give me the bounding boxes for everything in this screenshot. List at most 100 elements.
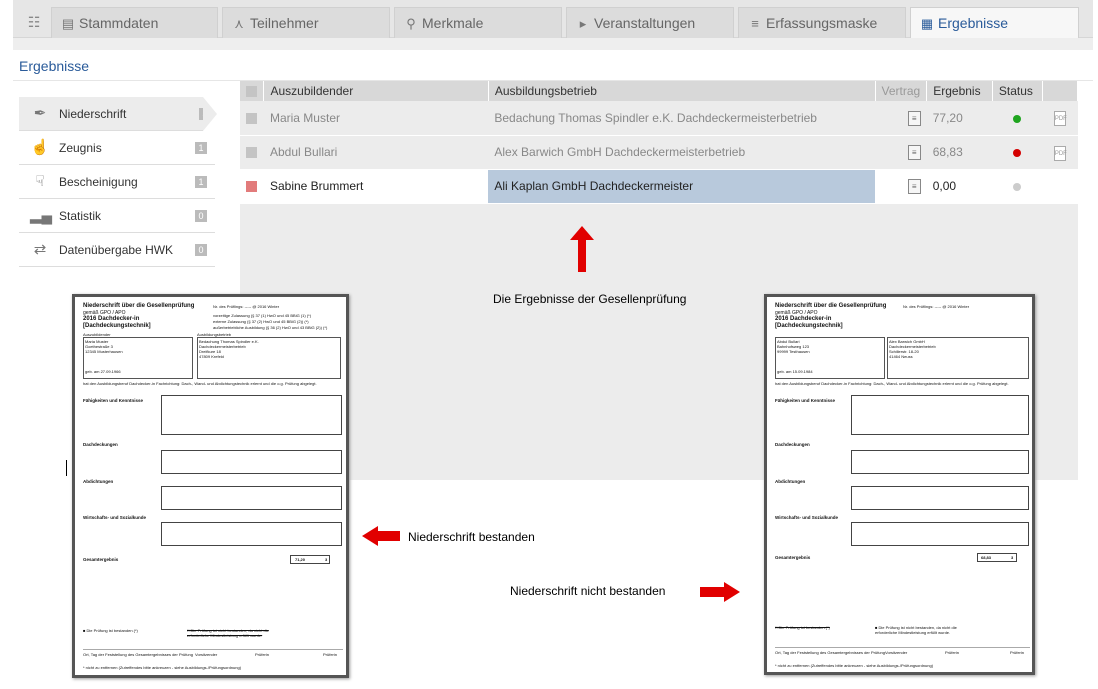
select-all-checkbox[interactable] (240, 81, 265, 101)
table-row[interactable]: Maria Muster Bedachung Thomas Spindler e… (240, 101, 1078, 136)
pdf-icon[interactable]: PDF (1042, 135, 1078, 170)
doc-born: geb. am 15.09.1984 (777, 369, 813, 374)
doc-gesamt: Gesamtergebnis (775, 555, 811, 560)
pdf-icon[interactable]: PDF (1042, 101, 1078, 136)
count-badge: 3 (199, 108, 211, 120)
tab-teilnehmer[interactable]: ⋏ Teilnehmer (222, 7, 390, 38)
sidebar-item-bescheinigung[interactable]: ☟ Bescheinigung 1 (19, 165, 215, 199)
doc-sec3: Abdichtungen (775, 479, 806, 484)
doc-statement: hat den Ausbildungsberuf Dachdecker-in F… (83, 381, 317, 386)
annotation-failed: Niederschrift nicht bestanden (510, 584, 666, 598)
grid-menu-icon[interactable]: ☷ (21, 10, 47, 34)
annotation-results: Die Ergebnisse der Gesellenprüfung (493, 292, 687, 306)
contract-icon[interactable]: ≡ (875, 169, 927, 204)
doc-title: Niederschrift über die Gesellenprüfung (775, 303, 887, 309)
doc-trade: 2016 Dachdecker-in (775, 316, 832, 322)
table-header-row: Auszubildender Ausbildungsbetrieb Vertra… (240, 81, 1079, 101)
text-cursor (66, 460, 67, 476)
doc-city: 12345 Musterhausen (85, 349, 123, 354)
table-row[interactable]: Sabine Brummert Ali Kaplan GmbH Dachdeck… (240, 169, 1078, 204)
cell-betrieb: Bedachung Thomas Spindler e.K. Dachdecke… (488, 101, 876, 136)
status-indicator (992, 135, 1043, 170)
doc-sig-line (775, 647, 1030, 648)
doc-trade2: [Dachdeckungstechnik] (775, 323, 843, 329)
doc-fail: □ Die Prüfung ist nicht bestanden, da ni… (187, 628, 269, 638)
megaphone-icon: ▸ (579, 16, 587, 31)
thumbs-up-icon: ☝ (30, 139, 50, 156)
doc-opt1: vorzeitige Zulassung (§ 37 (1) HwO und 4… (213, 313, 312, 318)
doc-sec1: Fähigkeiten und Kenntnisse (775, 398, 836, 403)
doc-sec1: Fähigkeiten und Kenntnisse (83, 398, 144, 403)
count-badge: 0 (195, 244, 207, 256)
doc-born: geb. am 27.09.1966 (85, 369, 121, 374)
doc-sig1: Ort, Tag der Feststellung des Gesamterge… (775, 650, 885, 655)
document-failed: Niederschrift über die Gesellenprüfung g… (764, 294, 1035, 675)
count-badge: 1 (195, 142, 207, 154)
col-auszubildender[interactable]: Auszubildender (263, 81, 489, 101)
doc-sig3: Prüferin (255, 652, 270, 657)
doc-grid-3 (161, 486, 342, 510)
doc-grid-2 (161, 450, 342, 474)
cell-empty (1042, 169, 1078, 204)
row-checkbox[interactable] (240, 169, 264, 204)
sidebar-item-zeugnis[interactable]: ☝ Zeugnis 1 (19, 131, 215, 165)
tab-ergebnisse[interactable]: ▦ Ergebnisse (910, 7, 1079, 38)
doc-grid-2 (851, 450, 1029, 474)
doc-grid-4 (161, 522, 342, 546)
doc-gesamt-note: 3 (1011, 555, 1014, 560)
row-checkbox[interactable] (240, 101, 264, 136)
tab-veranstaltungen[interactable]: ▸ Veranstaltungen (566, 7, 734, 38)
doc-opt2: externe Zulassung (§ 37 (2) HwO und 45 B… (213, 319, 309, 324)
sidebar-item-statistik[interactable]: ▂▄ Statistik 0 (19, 199, 215, 233)
doc-foot: * nicht zu entfernen (Zutreffendes bitte… (83, 665, 242, 670)
list-icon: ≡ (751, 16, 759, 31)
cell-ergebnis: 77,20 (926, 101, 993, 136)
status-dot (1013, 148, 1022, 157)
sidebar-item-datenuebergabe[interactable]: ⇄ Datenübergabe HWK 0 (19, 233, 215, 267)
doc-sig1: Ort, Tag der Feststellung des Gesamterge… (83, 652, 193, 657)
tab-bar: ☷ ▤ Stammdaten ⋏ Teilnehmer ⚲ Merkmale ▸ Ver… (13, 0, 1093, 38)
arrow-up-annotation (570, 226, 594, 272)
table-row[interactable]: Abdul Bullari Alex Barwich GmbH Dachdeck… (240, 135, 1078, 170)
doc-sig3: Prüferin (945, 650, 960, 655)
arrow-right-annotation (700, 582, 740, 602)
doc-fail: ■ Die Prüfung ist nicht bestanden, da ni… (875, 625, 957, 635)
doc-foot: * nicht zu entfernen (Zutreffendes bitte… (775, 663, 934, 668)
col-ergebnis[interactable]: Ergebnis (926, 81, 993, 101)
status-indicator (992, 101, 1043, 136)
doc-title: Niederschrift über die Gesellenprüfung (83, 303, 195, 309)
results-table: Auszubildender Ausbildungsbetrieb Vertra… (240, 81, 1079, 204)
contract-icon[interactable]: ≡ (875, 135, 927, 170)
cell-name: Maria Muster (263, 101, 489, 136)
tab-erfassungsmaske[interactable]: ≡ Erfassungsmaske (738, 7, 906, 38)
doc-city: 99999 Testhausen (777, 349, 810, 354)
doc-opt3: außerbetriebliche Ausbildung (§ 36 (2) H… (213, 325, 328, 330)
tab-stammdaten[interactable]: ▤ Stammdaten (51, 7, 218, 38)
sidebar: ✒ Niederschrift 3 ☝ Zeugnis 1 ☟ Bescheinigung… (19, 97, 217, 267)
doc-sig2: Vorsitzender (885, 650, 908, 655)
doc-firm4: 41464 Neuss (889, 354, 913, 359)
doc-grid-1 (851, 395, 1029, 435)
bar-chart-icon: ▂▄ (30, 207, 53, 224)
status-dot (1013, 182, 1022, 191)
contract-icon[interactable]: ≡ (875, 101, 927, 136)
sidebar-item-niederschrift[interactable]: ✒ Niederschrift 3 (19, 97, 217, 131)
count-badge: 1 (195, 176, 207, 188)
count-badge: 0 (195, 210, 207, 222)
doc-sec3: Abdichtungen (83, 479, 114, 484)
doc-sig4: Prüferin (1010, 650, 1025, 655)
col-betrieb[interactable]: Ausbildungsbetrieb (488, 81, 876, 101)
doc-gesamt-value: 71,20 (295, 557, 306, 562)
tab-merkmale[interactable]: ⚲ Merkmale (394, 7, 562, 38)
doc-pass: ■ Die Prüfung ist bestanden (*) (83, 628, 138, 633)
doc-sec4: Wirtschafts- und Sozialkunde (83, 515, 146, 520)
row-checkbox[interactable] (240, 135, 264, 170)
sub-bar (13, 38, 1093, 50)
doc-firm4: 47809 Krefeld (199, 354, 224, 359)
doc-gesamt-value: 68,83 (981, 555, 992, 560)
col-status[interactable]: Status (992, 81, 1043, 101)
cell-ergebnis: 0,00 (926, 169, 993, 204)
page-title: Ergebnisse (19, 58, 90, 74)
transfer-icon: ⇄ (33, 241, 47, 258)
database-icon: ▤ (61, 16, 75, 31)
